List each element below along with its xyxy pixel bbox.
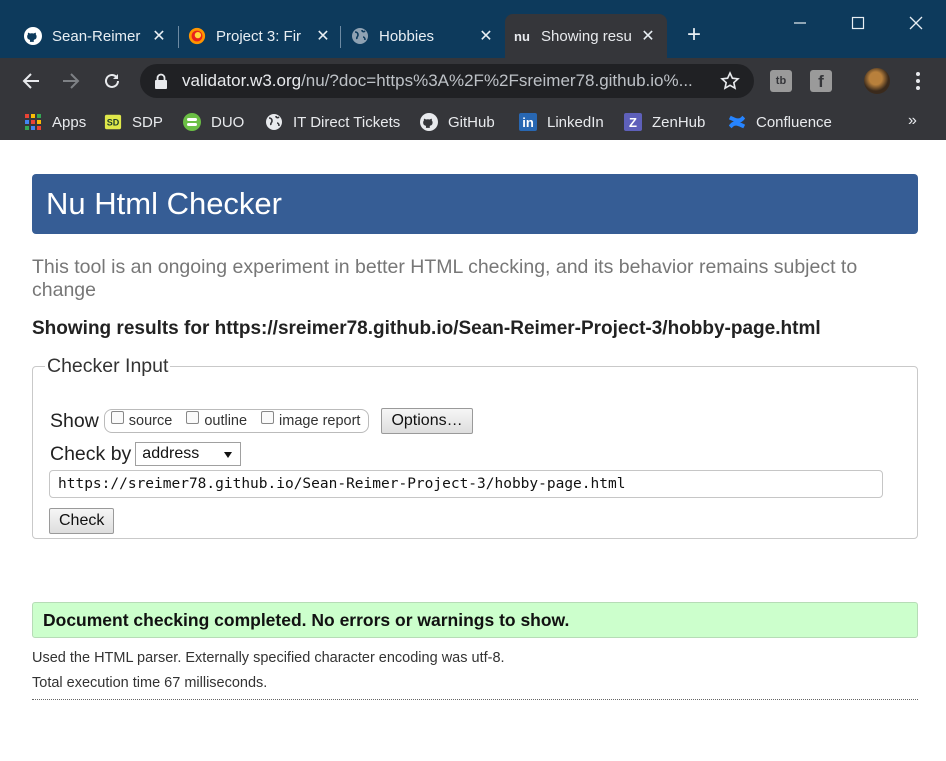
close-tab-icon[interactable]: ✕ <box>312 26 334 46</box>
source-checkbox[interactable] <box>110 410 124 424</box>
bookmarks-bar: Apps SD SDP DUO IT Direct Tickets GitHub… <box>0 104 946 140</box>
close-tab-icon[interactable]: ✕ <box>148 26 170 46</box>
outline-label: outline <box>204 413 248 429</box>
bookmark-zenhub[interactable]: Z ZenHub <box>624 111 705 133</box>
more-bookmarks-chevron-icon[interactable]: » <box>908 112 917 130</box>
linkedin-icon: in <box>519 113 537 131</box>
confluence-icon <box>728 113 746 131</box>
tab-title: Project 3: Fir <box>216 27 302 45</box>
globe-icon <box>265 113 283 131</box>
bookmark-label: DUO <box>211 113 245 131</box>
bookmark-label: Confluence <box>756 113 832 131</box>
bookmark-label: IT Direct Tickets <box>293 113 401 131</box>
bookmark-confluence[interactable]: Confluence <box>728 111 832 133</box>
dropdown-arrow-icon <box>224 452 233 458</box>
bookmark-sdp[interactable]: SD SDP <box>104 111 163 133</box>
tab-divider <box>340 26 341 48</box>
duo-icon <box>183 113 201 131</box>
nu-icon: nu <box>514 28 530 44</box>
show-outline-option[interactable]: outline <box>186 410 248 429</box>
bookmark-star-icon[interactable] <box>720 71 740 91</box>
showing-results-heading: Showing results for https://sreimer78.gi… <box>32 318 821 339</box>
back-arrow-icon[interactable] <box>16 66 46 96</box>
show-label: Show <box>50 409 99 432</box>
options-button[interactable]: Options… <box>381 408 473 434</box>
bookmark-github[interactable]: GitHub <box>420 111 495 133</box>
bookmark-label: ZenHub <box>652 113 706 131</box>
tab-hobbies[interactable]: Hobbies ✕ <box>343 14 505 58</box>
bookmark-label: LinkedIn <box>547 113 604 131</box>
source-label: source <box>128 413 173 429</box>
checker-input-fieldset: Checker Input Show source outline image … <box>32 355 918 539</box>
bookmark-apps[interactable]: Apps <box>24 111 86 133</box>
page-title: Nu Html Checker <box>46 186 282 221</box>
bookmark-duo[interactable]: DUO <box>183 111 244 133</box>
github-icon <box>420 113 438 131</box>
apps-grid-icon <box>24 113 42 131</box>
tab-title: Hobbies <box>379 27 435 45</box>
forward-arrow-icon[interactable] <box>56 66 86 96</box>
lock-icon[interactable] <box>154 73 168 89</box>
firefox-icon <box>188 27 206 45</box>
check-button[interactable]: Check <box>49 508 115 534</box>
svg-text:SD: SD <box>107 118 120 128</box>
bookmark-label: Apps <box>52 113 87 131</box>
tab-title: Showing resu <box>541 27 632 45</box>
show-options-group: source outline image report <box>103 409 370 433</box>
close-window-icon[interactable] <box>896 8 936 38</box>
reload-icon[interactable] <box>97 66 127 96</box>
checker-input-legend: Checker Input <box>47 355 169 377</box>
tb-extension-icon[interactable]: tb <box>770 70 792 92</box>
show-image-report-option[interactable]: image report <box>261 410 361 429</box>
address-bar[interactable]: validator.w3.org/nu/?doc=https%3A%2F%2Fs… <box>140 64 754 98</box>
check-by-value: address <box>142 445 200 462</box>
success-message: Document checking completed. No errors o… <box>32 602 918 638</box>
maximize-icon[interactable] <box>838 8 878 38</box>
zenhub-icon: Z <box>624 113 642 131</box>
check-by-row: Check by address <box>50 442 242 466</box>
intro-text: This tool is an ongoing experiment in be… <box>32 256 858 301</box>
sdp-icon: SD <box>104 113 122 131</box>
url-text: validator.w3.org/nu/?doc=https%3A%2F%2Fs… <box>182 71 693 90</box>
bookmark-it-direct-tickets[interactable]: IT Direct Tickets <box>265 111 400 133</box>
close-tab-icon[interactable]: ✕ <box>475 26 497 46</box>
menu-kebab-icon[interactable] <box>912 70 924 92</box>
document-url-input[interactable]: https://sreimer78.github.io/Sean-Reimer-… <box>49 470 883 498</box>
minimize-icon[interactable] <box>780 8 820 38</box>
dotted-divider <box>32 699 918 700</box>
tab-showing-results[interactable]: nu Showing resu ✕ <box>505 14 667 58</box>
tab-project-3[interactable]: Project 3: Fir ✕ <box>180 14 342 58</box>
tab-sean-reimer[interactable]: Sean-Reimer ✕ <box>16 14 178 58</box>
browser-toolbar: validator.w3.org/nu/?doc=https%3A%2F%2Fs… <box>0 58 946 104</box>
outline-checkbox[interactable] <box>186 410 200 424</box>
show-source-option[interactable]: source <box>110 410 173 429</box>
globe-icon <box>351 27 369 45</box>
image-report-checkbox[interactable] <box>261 410 275 424</box>
execution-time: Total execution time 67 milliseconds. <box>32 675 268 691</box>
bookmark-linkedin[interactable]: in LinkedIn <box>519 111 604 133</box>
tab-divider <box>178 26 179 48</box>
profile-avatar[interactable] <box>864 68 890 94</box>
bookmark-label: SDP <box>132 113 163 131</box>
header-banner: Nu Html Checker <box>32 174 918 234</box>
tab-title: Sean-Reimer <box>52 27 141 45</box>
check-by-select[interactable]: address <box>135 442 242 466</box>
bookmark-label: GitHub <box>448 113 495 131</box>
github-icon <box>24 27 42 45</box>
close-tab-icon[interactable]: ✕ <box>637 26 659 46</box>
check-by-label: Check by <box>50 442 132 465</box>
facebook-extension-icon[interactable]: f <box>810 70 832 92</box>
show-row: Show source outline image report Options… <box>50 408 473 434</box>
page-content: Nu Html Checker This tool is an ongoing … <box>0 140 946 761</box>
parser-info: Used the HTML parser. Externally specifi… <box>32 650 505 666</box>
new-tab-plus-icon[interactable]: + <box>683 23 705 47</box>
browser-title-bar: Sean-Reimer ✕ Project 3: Fir ✕ Hobbies ✕… <box>0 0 946 58</box>
image-report-label: image report <box>279 413 361 429</box>
